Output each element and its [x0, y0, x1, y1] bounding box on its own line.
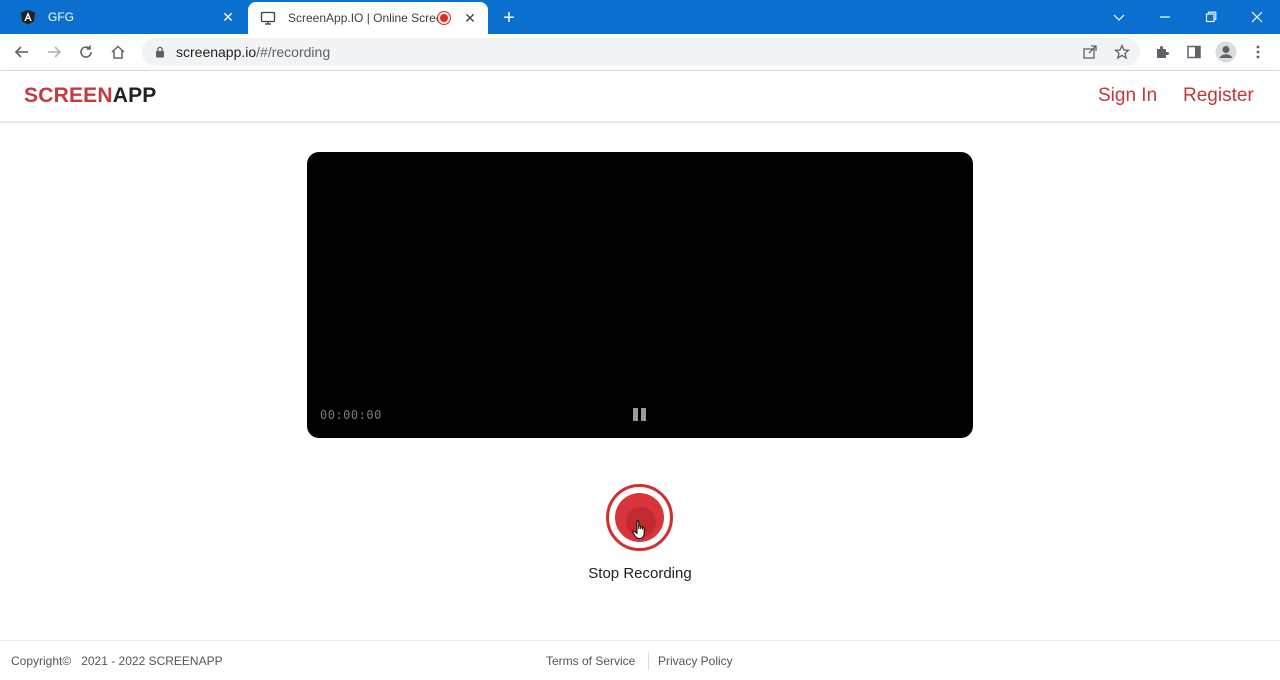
- site-header: SCREENAPP Sign In Register: [0, 71, 1280, 122]
- footer-divider: [648, 652, 649, 670]
- profile-avatar-icon[interactable]: [1214, 40, 1238, 64]
- hand-cursor-icon: [632, 520, 645, 539]
- url-path: /#/recording: [256, 44, 331, 60]
- recording-indicator-icon: [438, 12, 450, 24]
- tab-screenapp[interactable]: ScreenApp.IO | Online Screen ✕: [248, 2, 488, 34]
- close-window-icon[interactable]: [1234, 0, 1280, 34]
- logo-text-app: APP: [112, 84, 157, 107]
- browser-toolbar: screenapp.io/#/recording: [0, 34, 1280, 71]
- share-icon[interactable]: [1082, 44, 1098, 60]
- close-icon[interactable]: ✕: [462, 10, 478, 26]
- address-url: screenapp.io/#/recording: [176, 44, 1140, 60]
- site-footer: Copyright© 2021 - 2022 SCREENAPP Terms o…: [0, 640, 1280, 680]
- url-host: screenapp.io: [176, 44, 257, 60]
- register-link[interactable]: Register: [1183, 85, 1254, 107]
- tab-title: ScreenApp.IO | Online Screen: [288, 11, 438, 25]
- browser-tabstrip: GFG ✕ ScreenApp.IO | Online Screen ✕ +: [0, 0, 1280, 34]
- bookmark-star-icon[interactable]: [1114, 44, 1130, 60]
- tab-search-icon[interactable]: [1096, 0, 1142, 34]
- stop-recording-button[interactable]: [606, 484, 673, 551]
- monitor-icon: [260, 10, 276, 26]
- minimize-icon[interactable]: [1142, 0, 1188, 34]
- terms-of-service-link[interactable]: Terms of Service: [546, 654, 635, 668]
- menu-kebab-icon[interactable]: [1246, 40, 1270, 64]
- privacy-policy-link[interactable]: Privacy Policy: [658, 654, 733, 668]
- restore-icon[interactable]: [1188, 0, 1234, 34]
- home-icon[interactable]: [106, 40, 130, 64]
- angular-icon: [20, 9, 36, 25]
- sign-in-link[interactable]: Sign In: [1098, 85, 1157, 107]
- new-tab-button[interactable]: +: [498, 7, 520, 29]
- screenapp-logo[interactable]: SCREENAPP: [24, 84, 157, 108]
- tab-title: GFG: [48, 10, 74, 24]
- stop-recording-label: Stop Recording: [588, 565, 692, 582]
- copyright-text: Copyright© 2021 - 2022 SCREENAPP: [11, 654, 223, 668]
- recording-timer: 00:00:00: [320, 408, 382, 422]
- pause-icon[interactable]: [633, 408, 647, 421]
- address-bar[interactable]: screenapp.io/#/recording: [142, 38, 1140, 66]
- tab-gfg[interactable]: GFG ✕: [8, 0, 246, 34]
- lock-icon[interactable]: [154, 46, 166, 58]
- close-icon[interactable]: ✕: [220, 9, 236, 25]
- side-panel-icon[interactable]: [1182, 40, 1206, 64]
- logo-text-screen: SCREEN: [24, 84, 113, 107]
- extensions-icon[interactable]: [1150, 40, 1174, 64]
- reload-icon[interactable]: [74, 40, 98, 64]
- recording-preview-video: 00:00:00: [307, 152, 973, 438]
- back-icon[interactable]: [10, 40, 34, 64]
- forward-icon[interactable]: [42, 40, 66, 64]
